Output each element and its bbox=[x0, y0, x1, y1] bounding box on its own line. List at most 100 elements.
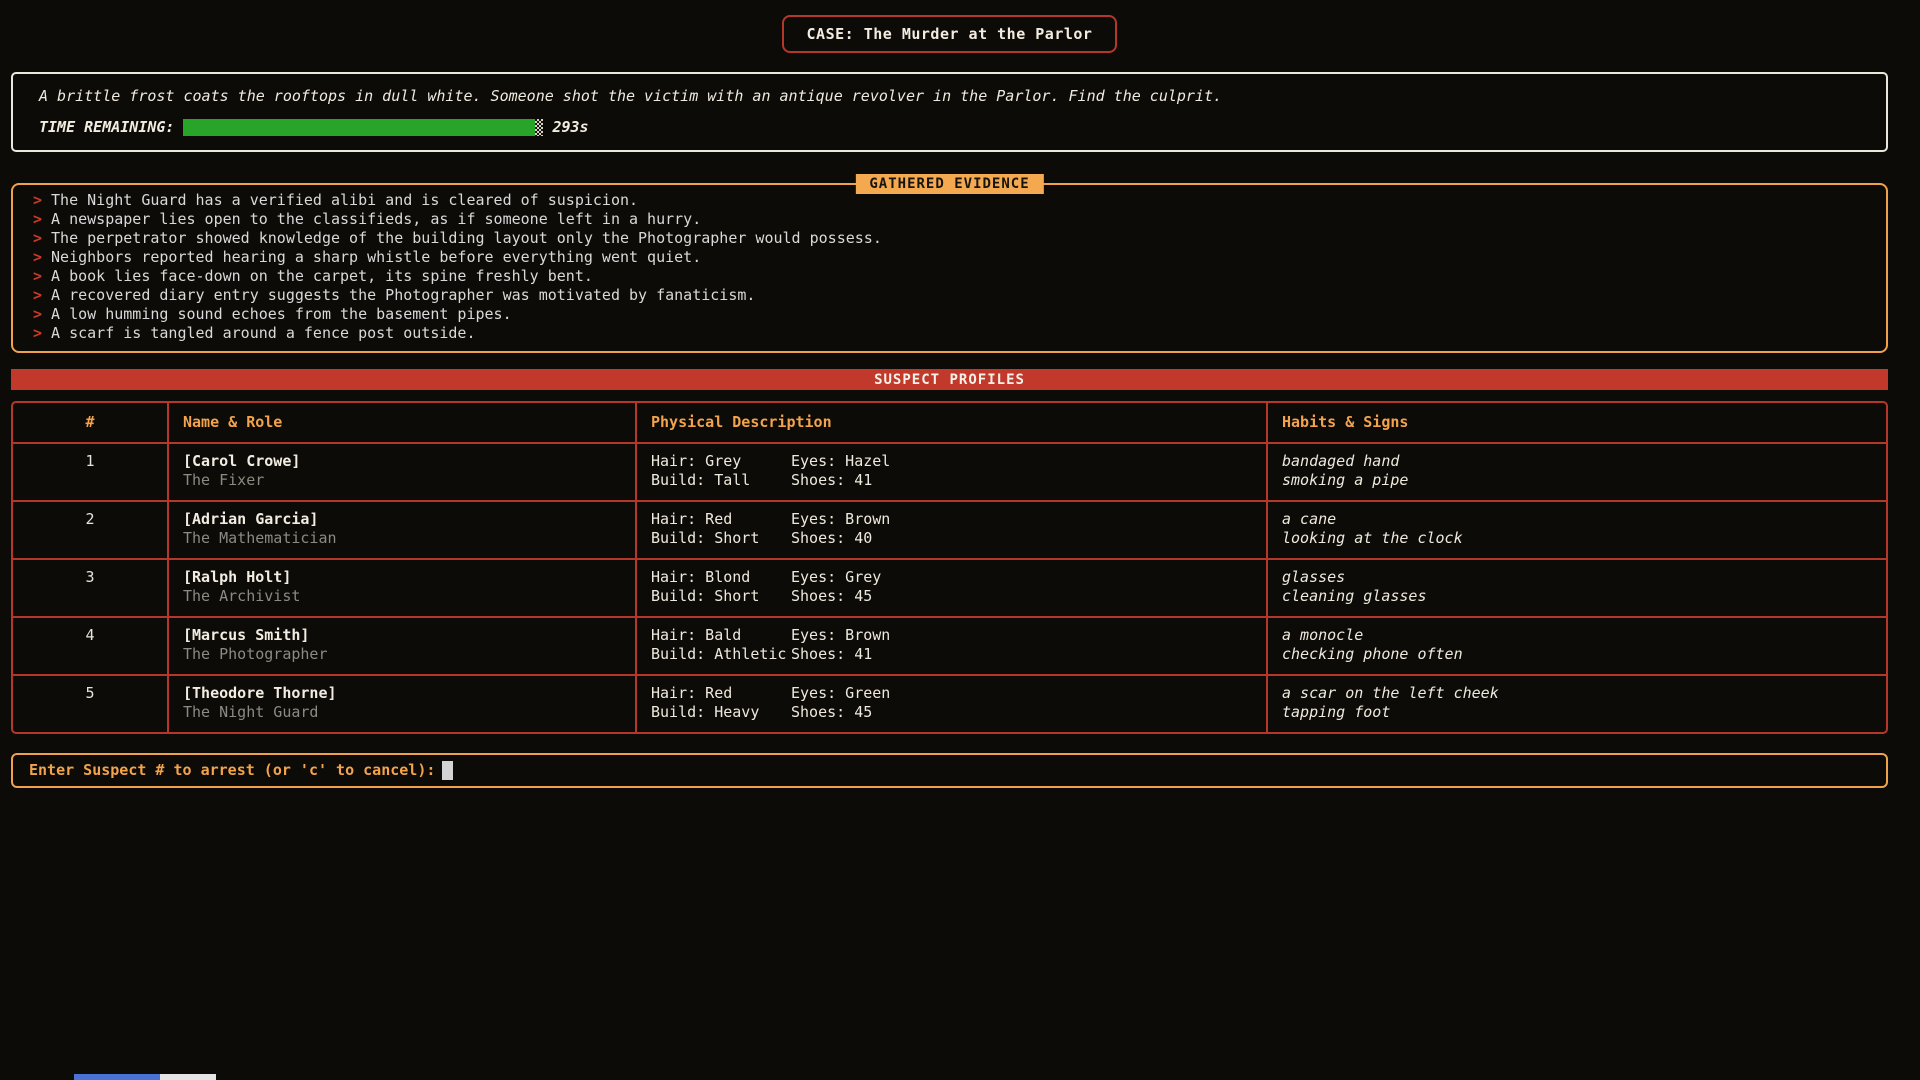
evidence-text: A newspaper lies open to the classifieds… bbox=[51, 210, 701, 229]
suspect-name: [Adrian Garcia] bbox=[183, 510, 621, 530]
evidence-item: > Neighbors reported hearing a sharp whi… bbox=[33, 248, 1866, 267]
evidence-text: A recovered diary entry suggests the Pho… bbox=[51, 286, 755, 305]
evidence-text: A scarf is tangled around a fence post o… bbox=[51, 324, 475, 343]
suspect-profiles-header: SUSPECT PROFILES bbox=[11, 369, 1888, 390]
suspect-habits-cell: a scar on the left cheek tapping foot bbox=[1266, 676, 1886, 732]
suspect-habit-2: cleaning glasses bbox=[1282, 587, 1872, 607]
evidence-header: GATHERED EVIDENCE bbox=[855, 174, 1043, 194]
suspect-habit-1: a scar on the left cheek bbox=[1282, 684, 1872, 704]
timer-row: TIME REMAINING: 293s bbox=[39, 118, 1860, 136]
suspect-shoes: Shoes: 45 bbox=[791, 587, 1252, 607]
suspect-habits-cell: glasses cleaning glasses bbox=[1266, 560, 1886, 616]
case-title: CASE: The Murder at the Parlor bbox=[782, 15, 1118, 53]
evidence-text: A low humming sound echoes from the base… bbox=[51, 305, 512, 324]
evidence-marker-icon: > bbox=[33, 191, 42, 210]
suspect-habit-2: tapping foot bbox=[1282, 703, 1872, 723]
suspect-eyes: Eyes: Brown bbox=[791, 510, 1252, 530]
evidence-list: > The Night Guard has a verified alibi a… bbox=[33, 191, 1866, 343]
suspect-physical-cell: Hair: Red Eyes: Green Build: Heavy Shoes… bbox=[635, 676, 1266, 732]
suspect-role: The Night Guard bbox=[183, 703, 621, 723]
suspect-build: Build: Tall bbox=[651, 471, 791, 491]
suspect-number: 4 bbox=[13, 618, 167, 674]
suspect-habit-2: looking at the clock bbox=[1282, 529, 1872, 549]
evidence-item: > A low humming sound echoes from the ba… bbox=[33, 305, 1866, 324]
suspect-physical-cell: Hair: Grey Eyes: Hazel Build: Tall Shoes… bbox=[635, 444, 1266, 500]
suspect-name: [Theodore Thorne] bbox=[183, 684, 621, 704]
column-header-physical: Physical Description bbox=[635, 403, 1266, 442]
suspect-habit-1: bandaged hand bbox=[1282, 452, 1872, 472]
case-briefing-panel: A brittle frost coats the rooftops in du… bbox=[11, 72, 1888, 152]
suspect-row: 1 [Carol Crowe] The Fixer Hair: Grey Eye… bbox=[13, 442, 1886, 500]
suspect-row: 4 [Marcus Smith] The Photographer Hair: … bbox=[13, 616, 1886, 674]
suspect-row: 2 [Adrian Garcia] The Mathematician Hair… bbox=[13, 500, 1886, 558]
suspect-shoes: Shoes: 41 bbox=[791, 471, 1252, 491]
bottom-window-edge-blue bbox=[74, 1074, 160, 1080]
suspect-name-cell: [Marcus Smith] The Photographer bbox=[167, 618, 635, 674]
arrest-input[interactable]: Enter Suspect # to arrest (or 'c' to can… bbox=[11, 753, 1888, 788]
evidence-panel: GATHERED EVIDENCE > The Night Guard has … bbox=[11, 183, 1888, 353]
timer-progress-remainder bbox=[535, 119, 543, 136]
evidence-marker-icon: > bbox=[33, 286, 42, 305]
suspect-habits-cell: bandaged hand smoking a pipe bbox=[1266, 444, 1886, 500]
suspect-physical-cell: Hair: Bald Eyes: Brown Build: Athletic S… bbox=[635, 618, 1266, 674]
evidence-marker-icon: > bbox=[33, 248, 42, 267]
suspect-number: 5 bbox=[13, 676, 167, 732]
suspect-number: 2 bbox=[13, 502, 167, 558]
bottom-window-edge-grey bbox=[160, 1074, 216, 1080]
suspect-hair: Hair: Red bbox=[651, 684, 791, 704]
evidence-marker-icon: > bbox=[33, 267, 42, 286]
suspect-name-cell: [Theodore Thorne] The Night Guard bbox=[167, 676, 635, 732]
suspect-hair: Hair: Red bbox=[651, 510, 791, 530]
suspect-build: Build: Short bbox=[651, 529, 791, 549]
evidence-text: The Night Guard has a verified alibi and… bbox=[51, 191, 638, 210]
evidence-item: > A newspaper lies open to the classifie… bbox=[33, 210, 1866, 229]
suspect-name-cell: [Ralph Holt] The Archivist bbox=[167, 560, 635, 616]
suspect-row: 3 [Ralph Holt] The Archivist Hair: Blond… bbox=[13, 558, 1886, 616]
suspect-habit-1: glasses bbox=[1282, 568, 1872, 588]
timer-value: 293s bbox=[552, 118, 588, 136]
game-screen: CASE: The Murder at the Parlor A brittle… bbox=[0, 0, 1920, 788]
suspect-eyes: Eyes: Green bbox=[791, 684, 1252, 704]
timer-label: TIME REMAINING: bbox=[39, 118, 174, 136]
suspect-name: [Ralph Holt] bbox=[183, 568, 621, 588]
suspect-build: Build: Athletic bbox=[651, 645, 791, 665]
suspect-role: The Photographer bbox=[183, 645, 621, 665]
bottom-window-edge bbox=[74, 1074, 216, 1080]
suspect-eyes: Eyes: Brown bbox=[791, 626, 1252, 646]
suspect-eyes: Eyes: Grey bbox=[791, 568, 1252, 588]
suspect-physical-cell: Hair: Red Eyes: Brown Build: Short Shoes… bbox=[635, 502, 1266, 558]
column-header-name-role: Name & Role bbox=[167, 403, 635, 442]
suspect-row: 5 [Theodore Thorne] The Night Guard Hair… bbox=[13, 674, 1886, 732]
evidence-text: Neighbors reported hearing a sharp whist… bbox=[51, 248, 701, 267]
suspect-number: 3 bbox=[13, 560, 167, 616]
evidence-text: A book lies face-down on the carpet, its… bbox=[51, 267, 593, 286]
suspect-habit-2: smoking a pipe bbox=[1282, 471, 1872, 491]
evidence-item: > A book lies face-down on the carpet, i… bbox=[33, 267, 1866, 286]
suspect-name-cell: [Carol Crowe] The Fixer bbox=[167, 444, 635, 500]
suspect-name: [Marcus Smith] bbox=[183, 626, 621, 646]
evidence-item: > A scarf is tangled around a fence post… bbox=[33, 324, 1866, 343]
suspect-physical-cell: Hair: Blond Eyes: Grey Build: Short Shoe… bbox=[635, 560, 1266, 616]
suspect-habits-cell: a cane looking at the clock bbox=[1266, 502, 1886, 558]
suspect-role: The Archivist bbox=[183, 587, 621, 607]
suspect-habit-1: a monocle bbox=[1282, 626, 1872, 646]
suspect-build: Build: Short bbox=[651, 587, 791, 607]
suspect-table-body: 1 [Carol Crowe] The Fixer Hair: Grey Eye… bbox=[13, 442, 1886, 732]
suspect-eyes: Eyes: Hazel bbox=[791, 452, 1252, 472]
evidence-marker-icon: > bbox=[33, 324, 42, 343]
suspect-shoes: Shoes: 45 bbox=[791, 703, 1252, 723]
suspect-hair: Hair: Grey bbox=[651, 452, 791, 472]
suspect-habits-cell: a monocle checking phone often bbox=[1266, 618, 1886, 674]
suspect-role: The Mathematician bbox=[183, 529, 621, 549]
evidence-item: > A recovered diary entry suggests the P… bbox=[33, 286, 1866, 305]
suspect-name-cell: [Adrian Garcia] The Mathematician bbox=[167, 502, 635, 558]
suspect-role: The Fixer bbox=[183, 471, 621, 491]
suspect-hair: Hair: Blond bbox=[651, 568, 791, 588]
evidence-text: The perpetrator showed knowledge of the … bbox=[51, 229, 882, 248]
case-briefing-text: A brittle frost coats the rooftops in du… bbox=[39, 87, 1860, 105]
title-row: CASE: The Murder at the Parlor bbox=[11, 15, 1888, 53]
suspect-habit-2: checking phone often bbox=[1282, 645, 1872, 665]
evidence-marker-icon: > bbox=[33, 210, 42, 229]
suspect-shoes: Shoes: 40 bbox=[791, 529, 1252, 549]
arrest-prompt-label: Enter Suspect # to arrest (or 'c' to can… bbox=[29, 761, 435, 779]
